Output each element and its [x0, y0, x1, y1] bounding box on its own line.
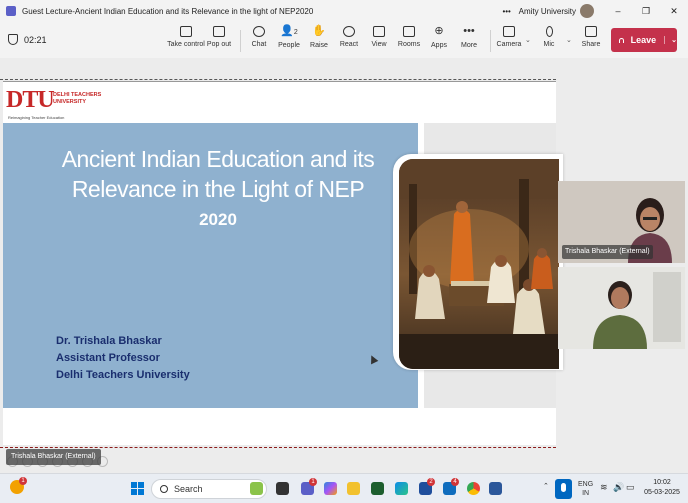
xbox-icon[interactable] [371, 482, 384, 495]
slide-photo [399, 159, 559, 369]
share-border-top [0, 79, 556, 80]
chat-icon [253, 26, 265, 37]
camera-button[interactable]: Camera [490, 26, 528, 48]
camera-icon [503, 26, 515, 37]
teams-badge: 1 [309, 478, 317, 486]
speaker-name: Dr. Trishala Bhaskar [56, 335, 162, 347]
more-icon: ••• [463, 25, 475, 37]
logo-university-name: DELHI TEACHERS UNIVERSITY [53, 92, 102, 105]
take-control-icon [180, 26, 192, 37]
battery-icon[interactable]: ▭ [626, 482, 635, 493]
share-button[interactable]: Share [572, 26, 610, 48]
meeting-toolbar: 02:21 Take control Pop out Chat 👤2 Peopl… [0, 22, 688, 58]
window-title-bar: Guest Lecture-Ancient Indian Education a… [0, 0, 688, 22]
view-icon [373, 26, 385, 37]
mic-icon [545, 26, 553, 37]
people-count: 2 [293, 29, 298, 36]
dtu-logo: DTU DELHI TEACHERS UNIVERSITY Reimaginin… [6, 87, 101, 120]
taskbar-clock[interactable]: 10:02 05-03-2025 [640, 478, 684, 498]
slide-year: 2020 [199, 210, 237, 229]
self-video-tile[interactable] [558, 267, 685, 349]
word-icon[interactable] [489, 482, 502, 495]
window-title: Guest Lecture-Ancient Indian Education a… [22, 6, 314, 16]
close-button[interactable]: ✕ [660, 6, 688, 17]
shield-icon [8, 34, 18, 45]
mic-options-chevron-icon[interactable]: ⌄ [566, 36, 572, 44]
pop-out-icon [213, 26, 225, 37]
show-hidden-icons-chevron-icon[interactable]: ⌃ [543, 482, 549, 490]
task-view-icon[interactable] [276, 482, 289, 495]
self-video-feed [558, 267, 685, 349]
logo-tagline: Reimagining Teacher Education [8, 115, 65, 120]
slide-title: Ancient Indian Education and its Relevan… [61, 146, 375, 202]
user-avatar[interactable] [580, 4, 594, 18]
edge-icon[interactable] [395, 482, 408, 495]
lync-icon[interactable]: 2 [419, 478, 435, 495]
file-explorer-icon[interactable] [347, 482, 360, 495]
leave-button[interactable]: Leave ⌄ [611, 28, 677, 52]
microphone-in-use-icon[interactable] [555, 479, 572, 499]
mic-button[interactable]: Mic [530, 26, 568, 48]
search-icon [160, 485, 168, 493]
organization-name[interactable]: Amity University [519, 7, 576, 16]
react-icon [343, 26, 355, 37]
share-icon [585, 26, 597, 37]
wifi-icon[interactable]: ≋ [600, 482, 608, 493]
pop-out-button[interactable]: Pop out [200, 26, 238, 48]
gurukul-classroom-illustration [399, 159, 559, 369]
clock-date: 05-03-2025 [644, 489, 680, 496]
meeting-timer: 02:21 [24, 35, 47, 45]
maximize-button[interactable]: ❐ [632, 6, 660, 17]
more-button[interactable]: ••• More [450, 25, 488, 50]
participant-video-tile[interactable]: Trishala Bhaskar (External) [558, 181, 685, 263]
weather-widget-icon[interactable]: 1 [10, 477, 27, 494]
title-more-button[interactable]: ••• [495, 7, 519, 16]
search-highlight-icon[interactable] [250, 482, 263, 495]
copilot-icon[interactable] [324, 482, 337, 495]
windows-taskbar: 1 Search 1 2 4 ⌃ ENG IN ≋ 🔊 ▭ 10:02 05-0… [0, 473, 688, 503]
windows-start-icon[interactable] [131, 482, 144, 495]
shared-slide: DTU DELHI TEACHERS UNIVERSITY Reimaginin… [3, 81, 563, 467]
speaker-role: Assistant Professor [56, 352, 160, 364]
teams-app-icon [6, 6, 16, 16]
share-border-bottom [0, 447, 556, 448]
presenter-name-tag: Trishala Bhaskar (External) [6, 449, 101, 465]
rooms-icon [403, 26, 415, 37]
meeting-stage: DTU DELHI TEACHERS UNIVERSITY Reimaginin… [0, 58, 688, 473]
participant-name-label: Trishala Bhaskar (External) [562, 245, 653, 259]
minimize-button[interactable]: – [604, 6, 632, 16]
teams-icon[interactable]: 1 [301, 478, 317, 495]
outlook-badge: 4 [451, 478, 459, 486]
speaker-organization: Delhi Teachers University [56, 369, 190, 381]
lync-badge: 2 [427, 478, 435, 486]
hang-up-phone-icon [619, 37, 624, 43]
weather-badge: 1 [19, 477, 27, 485]
chrome-icon[interactable] [467, 482, 480, 495]
outlook-icon[interactable]: 4 [443, 478, 459, 495]
input-language-indicator[interactable]: ENG IN [578, 480, 593, 498]
clock-time: 10:02 [653, 479, 671, 486]
logo-mark: DTU [6, 87, 55, 113]
volume-icon[interactable]: 🔊 [613, 482, 624, 493]
leave-options-chevron-icon[interactable]: ⌄ [664, 36, 677, 44]
search-placeholder: Search [174, 484, 203, 494]
